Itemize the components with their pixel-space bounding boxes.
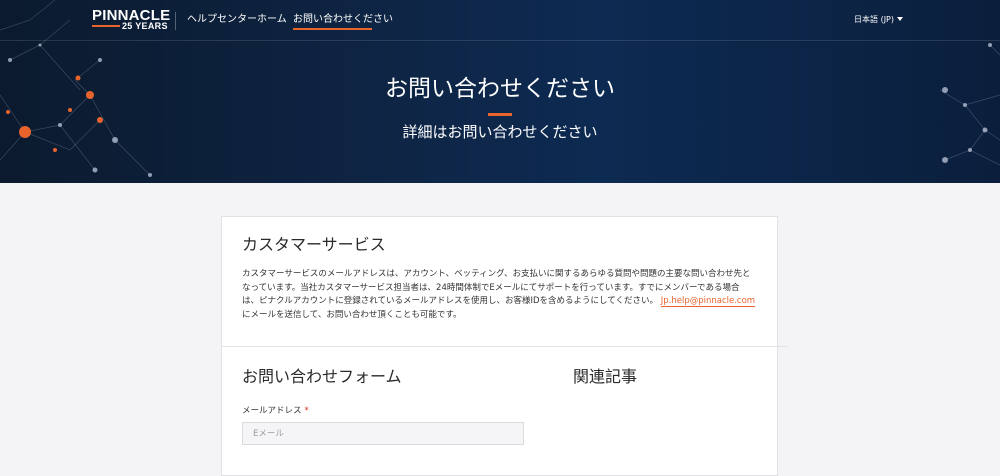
top-navigation: PINNACLE 25 YEARS ヘルプセンターホーム お問い合わせください … [0, 0, 1000, 41]
related-articles-title: 関連記事 [573, 367, 638, 386]
nav-help-center-home[interactable]: ヘルプセンターホーム [187, 14, 287, 26]
description-line: にメールを送信して、お問い合わせ頂くことも可能です。 [242, 309, 462, 320]
email-input[interactable] [242, 422, 524, 445]
nav-divider [175, 12, 176, 30]
customer-service-title: カスタマーサービス [242, 235, 386, 254]
hero-accent-bar [488, 113, 512, 116]
support-email-link[interactable]: Jp.help@pinnacle.com [660, 296, 756, 307]
logo-accent-bar [92, 25, 120, 27]
description-line: カスタマーサービスのメールアドレスは、アカウント、ベッティング、お支払いに関する… [242, 269, 751, 279]
hero-banner: PINNACLE 25 YEARS ヘルプセンターホーム お問い合わせください … [0, 0, 1000, 183]
logo-subtext: 25 YEARS [122, 21, 168, 31]
required-marker: * [304, 406, 309, 416]
language-label: 日本語 (JP) [854, 15, 894, 24]
customer-service-description: カスタマーサービスのメールアドレスは、アカウント、ベッティング、お支払いに関する… [242, 268, 760, 322]
hero-title: お問い合わせください [385, 76, 615, 102]
section-divider [222, 346, 788, 347]
email-label-text: メールアドレス [242, 406, 302, 416]
description-line: なっています。当社カスタマーサービス担当者は、24時間体制でEメールにてサポート… [242, 282, 740, 293]
email-field-label: メールアドレス * [242, 405, 309, 417]
contact-card: カスタマーサービス カスタマーサービスのメールアドレスは、アカウント、ベッティン… [221, 216, 788, 476]
hero-subtitle: 詳細はお問い合わせください [402, 123, 598, 141]
pinnacle-logo[interactable]: PINNACLE 25 YEARS [92, 8, 170, 31]
caret-down-icon [897, 17, 903, 21]
language-selector[interactable]: 日本語 (JP) [854, 14, 903, 25]
description-line-text: は、ピナクルアカウントに登録されているメールアドレスを使用し、お客様IDを含める… [242, 296, 659, 306]
description-line: は、ピナクルアカウントに登録されているメールアドレスを使用し、お客様IDを含める… [242, 295, 760, 309]
contact-form-title: お問い合わせフォーム [242, 367, 402, 386]
nav-contact-us[interactable]: お問い合わせください [293, 14, 393, 26]
active-nav-indicator [293, 28, 372, 30]
